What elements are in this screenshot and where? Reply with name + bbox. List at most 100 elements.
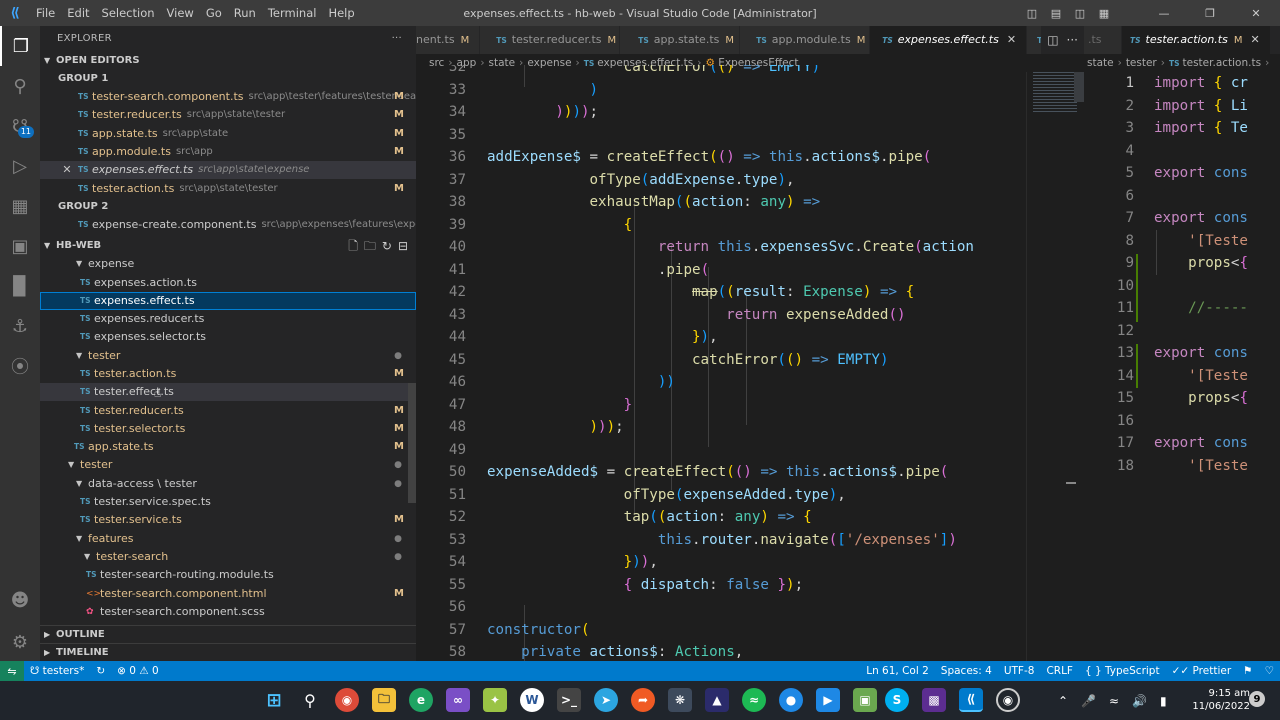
search-icon[interactable]: ⚲: [298, 688, 322, 712]
open-editor-item[interactable]: TS tester.action.ts src\app\state\tester M: [40, 179, 416, 197]
tree-folder[interactable]: ▼ features ●: [40, 530, 416, 548]
windows-start-icon[interactable]: ⊞: [262, 688, 286, 712]
menu-help[interactable]: Help: [322, 6, 360, 20]
notifications-bell-icon[interactable]: ♡: [1259, 665, 1280, 677]
account-icon[interactable]: ☻: [0, 580, 40, 620]
app-icon[interactable]: ▣: [853, 688, 877, 712]
open-editor-item[interactable]: TS expense-create.component.ts src\app\exp…: [40, 216, 416, 234]
tree-folder[interactable]: ▼ tester ●: [40, 347, 416, 365]
menu-view[interactable]: View: [161, 6, 200, 20]
spotify-icon[interactable]: ≈: [742, 688, 766, 712]
github-icon[interactable]: ◉: [996, 688, 1020, 712]
terminal-app-icon[interactable]: >_: [557, 688, 581, 712]
toggle-panel-icon[interactable]: ▤: [1047, 7, 1065, 20]
tree-folder[interactable]: ▼ tester ●: [40, 456, 416, 474]
tree-file[interactable]: TS expenses.action.ts: [40, 273, 416, 291]
volume-icon[interactable]: 🔊: [1132, 694, 1147, 708]
tree-file[interactable]: <> tester-search.component.html M: [40, 584, 416, 602]
customize-layout-icon[interactable]: ▦: [1095, 7, 1113, 20]
chrome-icon[interactable]: ◉: [335, 688, 359, 712]
tab-tester-search-component[interactable]: nent.ts M: [416, 26, 481, 54]
tree-file-selected[interactable]: TS expenses.effect.ts: [40, 291, 416, 310]
tree-folder[interactable]: ▼ expense: [40, 255, 416, 273]
extensions-icon[interactable]: ▦: [0, 186, 40, 226]
tree-file[interactable]: TS tester.selector.ts M: [40, 420, 416, 438]
skype-icon[interactable]: S: [885, 688, 909, 712]
remote-indicator-icon[interactable]: ⇋: [0, 661, 24, 681]
menu-run[interactable]: Run: [228, 6, 262, 20]
open-editor-item[interactable]: TS app.module.ts src\app M: [40, 143, 416, 161]
remote-explorer-icon[interactable]: ▣: [0, 226, 40, 266]
collapse-all-icon[interactable]: ⊟: [398, 237, 408, 255]
app-icon[interactable]: ▶: [816, 688, 840, 712]
open-editor-item[interactable]: TS app.state.ts src\app\state M: [40, 125, 416, 143]
edge-devtools-icon[interactable]: ⦿: [0, 346, 40, 386]
tree-file[interactable]: TS app.state.ts M: [40, 438, 416, 456]
menu-go[interactable]: Go: [200, 6, 228, 20]
close-tab-icon[interactable]: ✕: [1007, 33, 1016, 46]
tree-file[interactable]: TS expenses.selector.ts: [40, 328, 416, 346]
word-app-icon[interactable]: W: [520, 688, 544, 712]
settings-gear-icon[interactable]: ⚙: [0, 622, 40, 662]
postman-icon[interactable]: ➦: [631, 688, 655, 712]
notification-count-badge[interactable]: 9: [1249, 691, 1265, 707]
app-icon[interactable]: ▩: [922, 688, 946, 712]
file-explorer-icon[interactable]: 🗀: [372, 688, 396, 712]
taskbar-clock[interactable]: 9:15 am 11/06/2022: [1192, 687, 1250, 713]
timeline-section[interactable]: ▶ TIMELINE: [40, 643, 416, 661]
open-editors-header[interactable]: ▼ OPEN EDITORS: [40, 52, 416, 70]
tree-file[interactable]: TS tester.service.ts M: [40, 511, 416, 529]
tree-file[interactable]: TS tester.service.spec.ts: [40, 493, 416, 511]
tree-file[interactable]: TS tester.action.ts M: [40, 365, 416, 383]
close-icon[interactable]: ✕: [60, 161, 74, 179]
feedback-icon[interactable]: ⚑: [1237, 665, 1258, 677]
tree-file-hover[interactable]: TS tester.effect.ts ☝: [40, 383, 416, 402]
tab-expenses-effect[interactable]: TS expenses.effect.ts ✕: [870, 26, 1028, 54]
telegram-icon[interactable]: ➤: [594, 688, 618, 712]
more-actions-icon[interactable]: ···: [1067, 26, 1078, 54]
refresh-icon[interactable]: ↻: [382, 237, 392, 255]
prettier-status[interactable]: ✓✓ Prettier: [1166, 665, 1238, 677]
wifi-icon[interactable]: ≈: [1109, 694, 1119, 708]
minimize-icon[interactable]: —: [1155, 7, 1173, 20]
app-icon[interactable]: ❋: [668, 688, 692, 712]
tree-scrollbar[interactable]: [408, 383, 416, 504]
microphone-icon[interactable]: 🎤: [1081, 694, 1096, 708]
breadcrumb-item[interactable]: state: [1087, 57, 1114, 69]
tree-file[interactable]: TS expenses.reducer.ts: [40, 310, 416, 328]
tree-file[interactable]: ✿ tester-search.component.scss: [40, 603, 416, 621]
open-editor-item[interactable]: TS tester-search.component.ts src\app\test…: [40, 88, 416, 106]
terminal-icon[interactable]: ▉: [0, 266, 40, 306]
breadcrumb-item[interactable]: tester.action.ts: [1183, 57, 1262, 69]
tab-app-state[interactable]: TS app.state.ts M: [620, 26, 741, 54]
new-folder-icon[interactable]: 🗀: [364, 237, 376, 255]
tree-file[interactable]: TS tester-search-routing.module.ts: [40, 566, 416, 584]
edge-icon[interactable]: e: [409, 688, 433, 712]
search-icon[interactable]: ⚲: [0, 66, 40, 106]
chevron-up-icon[interactable]: ⌃: [1058, 694, 1068, 708]
toggle-secondary-sidebar-icon[interactable]: ◫: [1071, 7, 1089, 20]
tool-app-icon[interactable]: ✦: [483, 688, 507, 712]
app-icon[interactable]: ▲: [705, 688, 729, 712]
run-debug-icon[interactable]: ▷: [0, 146, 40, 186]
new-file-icon[interactable]: 🗋: [348, 237, 358, 255]
open-editor-item[interactable]: TS tester.reducer.ts src\app\state\tester M: [40, 106, 416, 124]
split-editor-icon[interactable]: ◫: [1047, 26, 1058, 54]
sync-icon[interactable]: ↻: [90, 665, 111, 677]
workspace-header[interactable]: ▼ HB-WEB 🗋 🗀 ↻ ⊟: [40, 237, 416, 255]
visual-studio-icon[interactable]: ∞: [446, 688, 470, 712]
tab-previous[interactable]: .ts: [1084, 26, 1122, 54]
tab-app-module[interactable]: TS app.module.ts M: [740, 26, 871, 54]
tree-file[interactable]: TS tester.reducer.ts M: [40, 401, 416, 419]
open-editor-item-active[interactable]: ✕ TS expenses.effect.ts src\app\state\expen…: [40, 161, 416, 180]
end-of-line[interactable]: CRLF: [1040, 665, 1079, 677]
indentation[interactable]: Spaces: 4: [935, 665, 998, 677]
menu-selection[interactable]: Selection: [96, 6, 161, 20]
branch-indicator[interactable]: ☋ testers*: [24, 665, 90, 677]
outline-section[interactable]: ▶ OUTLINE: [40, 625, 416, 644]
breadcrumb-item[interactable]: tester: [1126, 57, 1157, 69]
restore-icon[interactable]: ❐: [1201, 7, 1219, 20]
tree-folder[interactable]: ▼ tester-search ●: [40, 548, 416, 566]
toggle-sidebar-icon[interactable]: ◫: [1023, 7, 1041, 20]
more-actions-icon[interactable]: ···: [392, 26, 402, 52]
